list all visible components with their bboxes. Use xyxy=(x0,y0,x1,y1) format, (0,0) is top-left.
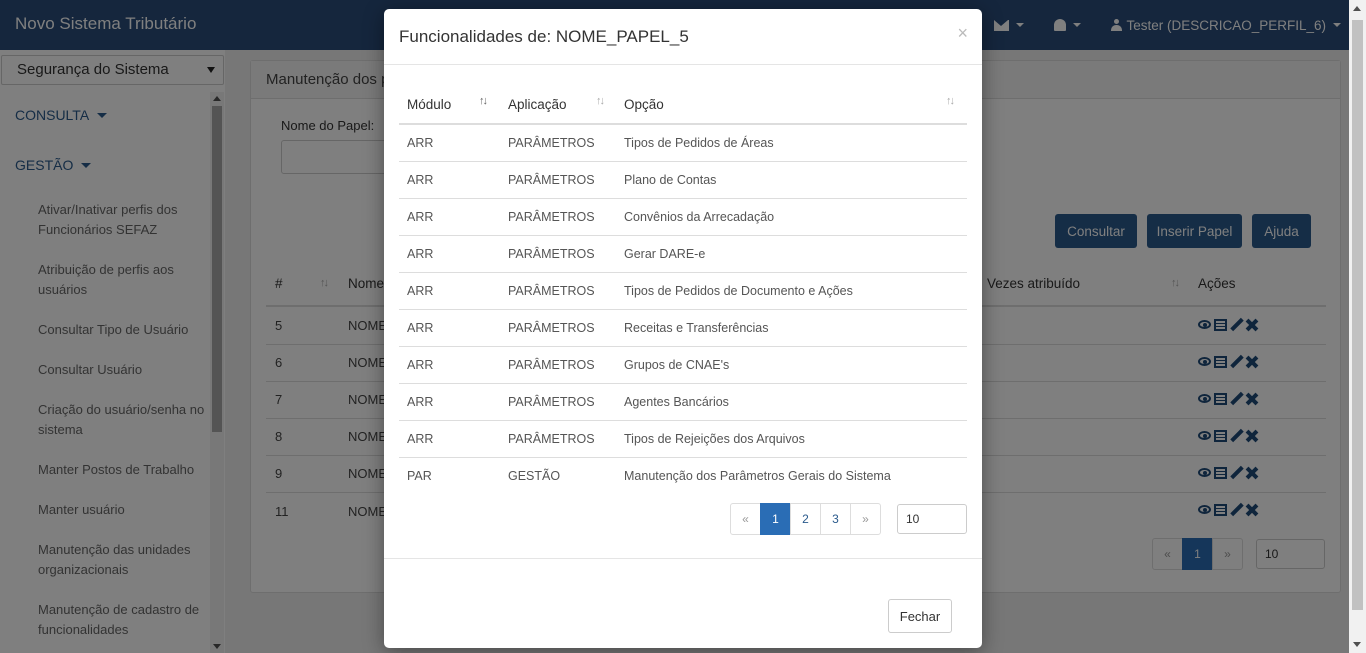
cell-opcao: Manutenção dos Parâmetros Gerais do Sist… xyxy=(624,469,891,483)
cell-opcao: Tipos de Pedidos de Documento e Ações xyxy=(624,284,853,298)
sort-icon[interactable]: ↑↓ xyxy=(946,95,955,107)
modal-footer-divider xyxy=(384,558,982,559)
cell-modulo: ARR xyxy=(407,321,434,335)
cell-aplicacao: PARÂMETROS xyxy=(508,210,595,224)
cell-opcao: Tipos de Pedidos de Áreas xyxy=(624,136,774,150)
cell-opcao: Tipos de Rejeições dos Arquivos xyxy=(624,432,805,446)
cell-aplicacao: PARÂMETROS xyxy=(508,432,595,446)
sort-icon[interactable]: ↑↓ xyxy=(596,95,605,107)
cell-modulo: ARR xyxy=(407,358,434,372)
cell-aplicacao: PARÂMETROS xyxy=(508,247,595,261)
cell-modulo: ARR xyxy=(407,432,434,446)
scroll-down-arrow-icon[interactable] xyxy=(1353,642,1361,647)
row-divider xyxy=(399,161,967,162)
pagination-prev[interactable]: « xyxy=(730,503,761,535)
cell-aplicacao: PARÂMETROS xyxy=(508,173,595,187)
sort-icon[interactable]: ↑↓ xyxy=(479,95,488,107)
page-scrollbar[interactable] xyxy=(1349,0,1366,653)
row-divider xyxy=(399,346,967,347)
funcionalidades-modal: Funcionalidades de: NOME_PAPEL_5 × Módul… xyxy=(384,9,982,648)
column-header-modulo[interactable]: Módulo xyxy=(407,97,451,112)
cell-aplicacao: PARÂMETROS xyxy=(508,321,595,335)
modal-title: Funcionalidades de: NOME_PAPEL_5 xyxy=(399,27,689,46)
close-icon[interactable]: × xyxy=(957,23,968,44)
cell-opcao: Plano de Contas xyxy=(624,173,717,187)
column-header-aplicacao[interactable]: Aplicação xyxy=(508,97,567,112)
cell-modulo: ARR xyxy=(407,210,434,224)
row-divider xyxy=(399,457,967,458)
cell-aplicacao: PARÂMETROS xyxy=(508,395,595,409)
row-divider xyxy=(399,198,967,199)
modal-page-size-input[interactable]: 10 xyxy=(897,504,967,534)
cell-aplicacao: PARÂMETROS xyxy=(508,136,595,150)
row-divider xyxy=(399,309,967,310)
cell-aplicacao: PARÂMETROS xyxy=(508,284,595,298)
column-header-opcao[interactable]: Opção xyxy=(624,97,664,112)
cell-opcao: Agentes Bancários xyxy=(624,395,729,409)
row-divider xyxy=(399,235,967,236)
pagination-page-1[interactable]: 1 xyxy=(760,503,791,535)
pagination-page-3[interactable]: 3 xyxy=(820,503,851,535)
cell-modulo: ARR xyxy=(407,136,434,150)
scrollbar-thumb[interactable] xyxy=(1352,20,1363,610)
modal-header-divider xyxy=(384,64,982,65)
cell-modulo: ARR xyxy=(407,395,434,409)
cell-opcao: Grupos de CNAE's xyxy=(624,358,730,372)
cell-opcao: Convênios da Arrecadação xyxy=(624,210,775,224)
scroll-up-arrow-icon[interactable] xyxy=(1353,6,1361,11)
pagination-page-2[interactable]: 2 xyxy=(790,503,821,535)
row-divider xyxy=(399,420,967,421)
cell-modulo: ARR xyxy=(407,284,434,298)
row-divider xyxy=(399,383,967,384)
cell-opcao: Receitas e Transferências xyxy=(624,321,769,335)
row-divider xyxy=(399,272,967,273)
cell-aplicacao: PARÂMETROS xyxy=(508,358,595,372)
cell-modulo: PAR xyxy=(407,469,432,483)
cell-opcao: Gerar DARE-e xyxy=(624,247,706,261)
modal-pagination: « 1 2 3 » xyxy=(730,503,881,535)
fechar-button[interactable]: Fechar xyxy=(888,599,952,633)
pagination-next[interactable]: » xyxy=(850,503,881,535)
table-header-divider xyxy=(399,123,967,125)
cell-modulo: ARR xyxy=(407,173,434,187)
cell-modulo: ARR xyxy=(407,247,434,261)
cell-aplicacao: GESTÃO xyxy=(508,469,561,483)
